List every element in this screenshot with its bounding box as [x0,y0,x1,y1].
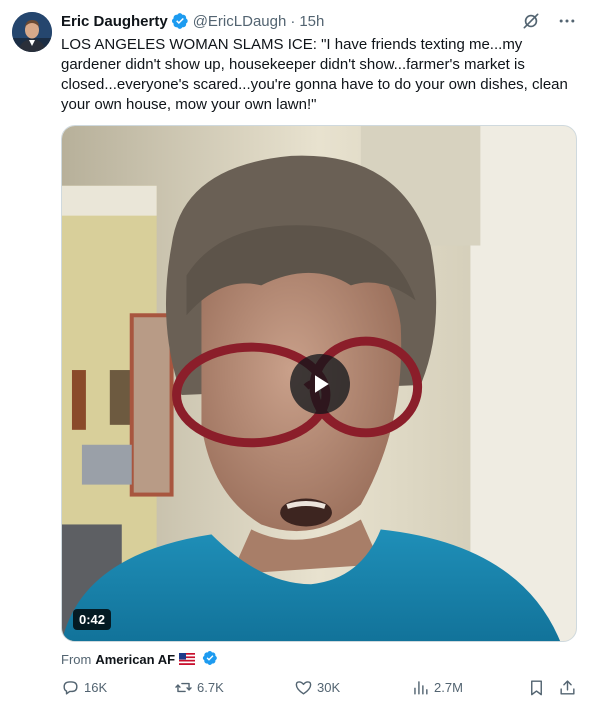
grok-icon[interactable] [520,10,542,32]
bookmark-icon [531,680,542,696]
post-timestamp[interactable]: 15h [299,13,324,30]
play-button[interactable] [290,354,350,414]
video-duration: 0:42 [73,609,112,630]
source-account[interactable]: American AF [95,652,175,667]
bookmark-button[interactable] [527,678,546,697]
share-button[interactable] [558,678,577,697]
views-button[interactable]: 2.7M [411,678,463,697]
avatar-image [12,12,52,52]
play-icon [315,375,329,393]
from-label: From [61,651,92,667]
share-icon [560,680,575,695]
avatar[interactable] [12,12,52,52]
author-handle[interactable]: @EricLDaugh [193,13,287,30]
tweet-header: Eric Daugherty @EricLDaugh · 15h [61,11,324,31]
tweet-text: LOS ANGELES WOMAN SLAMS ICE: "I have fri… [61,36,573,113]
video-source: From American AF [61,650,224,668]
us-flag-icon [179,653,196,665]
repost-count: 6.7K [197,680,224,695]
like-button[interactable]: 30K [294,678,340,697]
top-actions [520,10,578,32]
author-name[interactable]: Eric Daugherty [61,13,168,30]
views-icon [414,681,428,695]
views-count: 2.7M [434,680,463,695]
video-player[interactable]: 0:42 [61,125,577,642]
reply-count: 16K [84,680,108,695]
more-icon[interactable] [556,10,578,32]
heart-icon [295,681,312,695]
reply-icon [63,681,78,695]
source-verified-badge-icon [202,650,220,668]
repost-button[interactable]: 6.7K [174,678,224,697]
separator-dot: · [290,12,296,30]
action-bar: 16K 6.7K 30K 2.7M [61,678,581,702]
reply-button[interactable]: 16K [61,678,107,697]
verified-badge-icon [171,12,189,30]
repost-icon [175,682,192,693]
like-count: 30K [317,680,341,695]
